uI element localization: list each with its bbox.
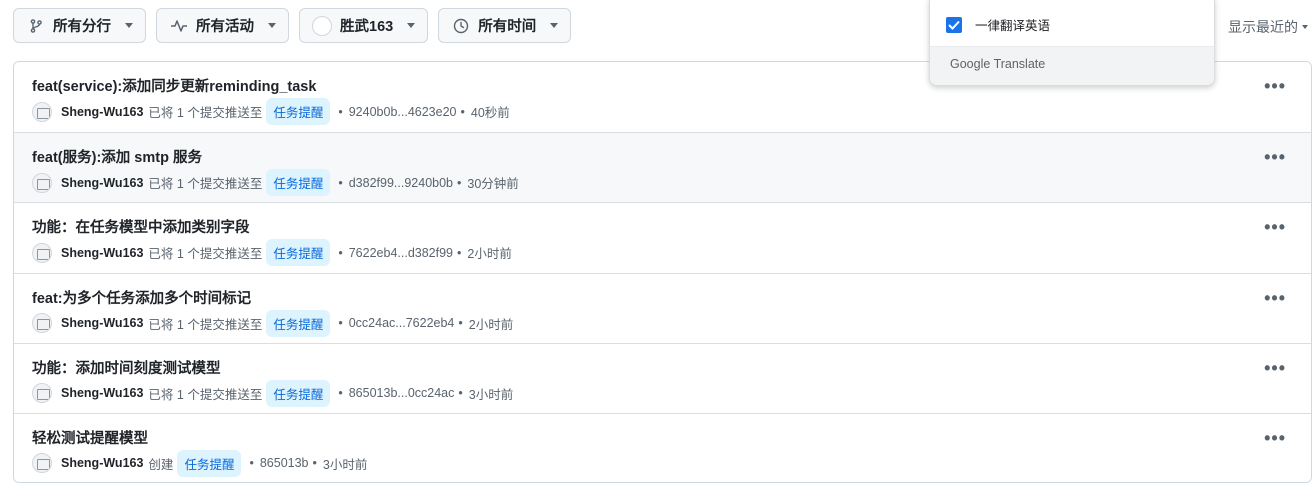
list-item[interactable]: 轻松测试提醒模型 Sheng-Wu163 创建 任务提醒 • 865013b •… [14, 412, 1311, 482]
activity-title[interactable]: feat(service):添加同步更新reminding_task [32, 75, 316, 96]
branch-label[interactable]: 任务提醒 [266, 98, 331, 125]
chevron-down-icon [550, 23, 559, 28]
branch-label[interactable]: 任务提醒 [266, 309, 331, 337]
avatar[interactable] [32, 453, 52, 474]
user-filter-label: 胜武163 [340, 19, 394, 35]
list-item[interactable]: 功能：添加时间刻度测试模型 Sheng-Wu163 已将 1 个提交推送至 任务… [14, 342, 1311, 413]
activity-title[interactable]: 轻松测试提醒模型 [32, 427, 148, 448]
more-options-icon[interactable]: ••• [1264, 358, 1286, 379]
user-link[interactable]: Sheng-Wu163 [61, 316, 143, 330]
sort-dropdown[interactable]: 显示最近的 [1228, 17, 1308, 37]
branch-icon [27, 17, 45, 35]
avatar[interactable] [32, 242, 52, 263]
list-item[interactable]: 功能：在任务模型中添加类别字段 Sheng-Wu163 已将 1 个提交推送至 … [14, 202, 1311, 273]
branch-label[interactable]: 任务提醒 [266, 239, 331, 267]
relative-time: 3小时前 [468, 387, 514, 402]
separator-dot: • [458, 386, 463, 401]
activity-meta: Sheng-Wu163 创建 任务提醒 • 865013b • 3小时前 [32, 449, 368, 477]
pulse-icon [170, 17, 188, 35]
separator-dot: • [338, 175, 343, 190]
separator-dot: • [312, 456, 317, 471]
clock-icon [452, 17, 470, 35]
commit-range-link[interactable]: 0cc24ac...7622eb4 [349, 316, 455, 330]
activity-meta: Sheng-Wu163 已将 1 个提交推送至 任务提醒 • 7622eb4..… [32, 239, 512, 267]
branch-label[interactable]: 任务提醒 [266, 379, 331, 407]
avatar[interactable] [32, 101, 52, 122]
chevron-down-icon [1302, 25, 1308, 29]
commit-range-link[interactable]: d382f99...9240b0b [349, 176, 453, 190]
avatar [312, 15, 332, 36]
user-link[interactable]: Sheng-Wu163 [61, 246, 143, 260]
commit-range-link[interactable]: 865013b...0cc24ac [349, 386, 455, 400]
avatar[interactable] [32, 383, 52, 404]
sort-label: 显示最近的 [1228, 19, 1298, 35]
branch-filter-button[interactable]: 所有分行 [13, 8, 146, 43]
relative-time: 30分钟前 [467, 177, 519, 192]
user-link[interactable]: Sheng-Wu163 [61, 176, 143, 190]
always-translate-option[interactable]: 一律翻译英语 [946, 15, 1050, 34]
chevron-down-icon [125, 23, 133, 28]
commit-link[interactable]: 865013b [260, 456, 309, 470]
separator-dot: • [338, 245, 343, 260]
activity-meta: Sheng-Wu163 已将 1 个提交推送至 任务提醒 • 865013b..… [32, 379, 514, 407]
relative-time: 2小时前 [467, 247, 512, 262]
branch-label[interactable]: 任务提醒 [266, 169, 331, 197]
chevron-down-icon [268, 23, 276, 28]
avatar[interactable] [32, 172, 52, 193]
activity-meta: Sheng-Wu163 已将 1 个提交推送至 任务提醒 • d382f99..… [32, 169, 519, 197]
separator-dot: • [338, 316, 343, 331]
action-text: 已将 1 个提交推送至 [148, 317, 263, 332]
separator-dot: • [457, 175, 462, 190]
user-link[interactable]: Sheng-Wu163 [61, 456, 143, 470]
relative-time: 3小时前 [322, 457, 368, 472]
google-translate-logo: Google Translate [950, 57, 1045, 71]
separator-dot: • [460, 104, 465, 119]
activity-meta: Sheng-Wu163 已将 1 个提交推送至 任务提醒 • 0cc24ac..… [32, 309, 514, 337]
more-options-icon[interactable]: ••• [1264, 147, 1286, 168]
separator-dot: • [338, 386, 343, 401]
time-filter-label: 所有时间 [478, 19, 537, 35]
time-filter-button[interactable]: 所有时间 [438, 8, 572, 43]
brand-google: Google [950, 57, 991, 71]
avatar[interactable] [32, 313, 52, 334]
branch-label[interactable]: 任务提醒 [177, 449, 242, 477]
separator-dot: • [249, 456, 254, 471]
action-text: 已将 1 个提交推送至 [148, 177, 263, 192]
activity-title[interactable]: 功能：添加时间刻度测试模型 [32, 357, 221, 378]
action-text: 已将 1 个提交推送至 [148, 387, 263, 402]
separator-dot: • [338, 104, 343, 119]
commit-range-link[interactable]: 9240b0b...4623e20 [349, 105, 457, 119]
relative-time: 40秒前 [470, 106, 510, 120]
action-text: 创建 [148, 457, 174, 472]
translate-popup: 一律翻译英语 Google Translate [929, 0, 1215, 86]
brand-translate: Translate [993, 57, 1046, 71]
always-translate-checkbox[interactable] [946, 16, 962, 33]
more-options-icon[interactable]: ••• [1264, 428, 1286, 449]
user-filter-button[interactable]: 胜武163 [299, 8, 429, 43]
activity-title[interactable]: 功能：在任务模型中添加类别字段 [32, 216, 250, 237]
list-item[interactable]: feat(服务):添加 smtp 服务 Sheng-Wu163 已将 1 个提交… [14, 132, 1311, 203]
activity-title[interactable]: feat(服务):添加 smtp 服务 [32, 146, 202, 167]
action-text: 已将 1 个提交推送至 [148, 247, 263, 262]
filter-bar: 所有分行 所有活动 胜武163 所有时间 [13, 8, 572, 43]
separator-dot: • [458, 316, 463, 331]
user-link[interactable]: Sheng-Wu163 [61, 386, 143, 400]
commit-range-link[interactable]: 7622eb4...d382f99 [349, 246, 453, 260]
always-translate-label: 一律翻译英语 [975, 19, 1051, 33]
activity-filter-button[interactable]: 所有活动 [156, 8, 289, 43]
activity-meta: Sheng-Wu163 已将 1 个提交推送至 任务提醒 • 9240b0b..… [32, 98, 510, 125]
branch-filter-label: 所有分行 [53, 19, 111, 35]
action-text: 已将 1 个提交推送至 [148, 106, 263, 120]
user-link[interactable]: Sheng-Wu163 [61, 105, 143, 119]
more-options-icon[interactable]: ••• [1264, 76, 1286, 97]
activity-list: feat(service):添加同步更新reminding_task Sheng… [13, 61, 1312, 483]
chevron-down-icon [407, 23, 416, 28]
activity-title[interactable]: feat:为多个任务添加多个时间标记 [32, 287, 251, 308]
more-options-icon[interactable]: ••• [1264, 217, 1286, 238]
separator-dot: • [457, 245, 462, 260]
relative-time: 2小时前 [468, 317, 514, 332]
activity-filter-label: 所有活动 [196, 19, 254, 35]
more-options-icon[interactable]: ••• [1264, 288, 1286, 309]
list-item[interactable]: feat:为多个任务添加多个时间标记 Sheng-Wu163 已将 1 个提交推… [14, 272, 1311, 343]
